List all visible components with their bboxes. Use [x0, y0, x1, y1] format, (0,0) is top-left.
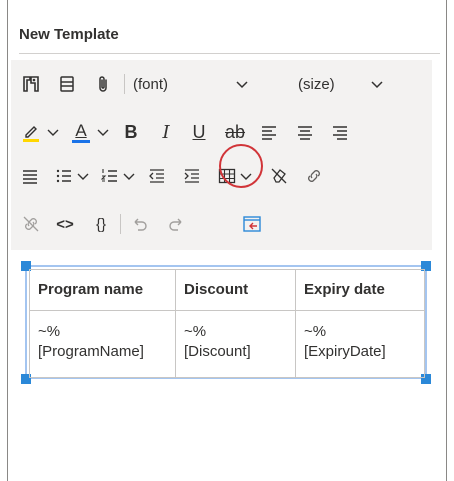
link-icon[interactable] — [300, 162, 328, 190]
toolbar-row-1: (font) (size) — [11, 64, 432, 104]
bold-button[interactable]: B — [119, 118, 143, 146]
clear-format-icon[interactable] — [265, 162, 293, 190]
underline-button[interactable]: U — [187, 118, 211, 146]
align-center-icon[interactable] — [292, 118, 318, 146]
placeholder-token: [ProgramName] — [38, 343, 144, 360]
font-color-dropdown[interactable] — [95, 118, 111, 146]
highlight-icon[interactable] — [17, 118, 45, 146]
font-select-label: (font) — [133, 75, 169, 93]
highlight-dropdown[interactable] — [45, 118, 61, 146]
insert-template-icon[interactable] — [17, 70, 45, 98]
font-color-letter: A — [75, 120, 87, 140]
format-list-icon[interactable] — [53, 70, 81, 98]
toolbar-row-2: A B I U ab — [11, 112, 432, 152]
justify-icon[interactable] — [17, 162, 43, 190]
chevron-down-icon — [77, 173, 89, 180]
unlink-icon[interactable] — [17, 210, 45, 238]
redo-icon[interactable] — [162, 210, 190, 238]
chevron-down-icon — [371, 81, 383, 89]
placeholder-token: [ExpiryDate] — [304, 343, 386, 360]
table-header-cell[interactable]: Expiry date — [295, 269, 425, 311]
font-color-icon[interactable]: A — [69, 118, 93, 146]
increase-indent-icon[interactable] — [179, 162, 205, 190]
chevron-down-icon — [47, 129, 59, 136]
undo-icon[interactable] — [126, 210, 154, 238]
bullet-list-dropdown[interactable] — [75, 162, 91, 190]
placeholder-marker: ~% — [38, 323, 61, 340]
attachment-icon[interactable] — [89, 70, 117, 98]
highlight-ring — [219, 144, 263, 188]
placeholder-marker: ~% — [184, 323, 207, 340]
placeholder-token: [Discount] — [184, 343, 251, 360]
table-header-cell[interactable]: Discount — [175, 269, 296, 311]
strikethrough-button[interactable]: ab — [221, 118, 249, 146]
panel-title: New Template — [19, 26, 119, 43]
placeholder-marker: ~% — [304, 323, 327, 340]
toolbar-separator — [120, 214, 121, 234]
numbered-list-icon[interactable] — [97, 162, 123, 190]
chevron-down-icon — [123, 173, 135, 180]
table-row: ~% [ProgramName] ~% [Discount] ~% [Expir… — [29, 310, 425, 378]
italic-button[interactable]: I — [154, 118, 178, 146]
toolbar-separator — [124, 74, 125, 94]
font-size-select[interactable]: (size) — [298, 70, 388, 98]
font-color-swatch — [72, 139, 90, 143]
table-header-row: Program name Discount Expiry date — [29, 269, 425, 311]
numbered-list-dropdown[interactable] — [121, 162, 137, 190]
bullet-list-icon[interactable] — [51, 162, 77, 190]
align-left-icon[interactable] — [256, 118, 282, 146]
template-table[interactable]: Program name Discount Expiry date ~% [Pr… — [29, 269, 425, 378]
table-cell[interactable]: ~% [ExpiryDate] — [295, 310, 425, 378]
braces-icon[interactable]: {} — [87, 210, 115, 238]
table-cell[interactable]: ~% [Discount] — [175, 310, 296, 378]
table-cell[interactable]: ~% [ProgramName] — [29, 310, 176, 378]
toolbar-row-4: <> {} — [11, 204, 432, 244]
insert-dynamic-content-icon[interactable] — [238, 210, 266, 238]
decrease-indent-icon[interactable] — [144, 162, 170, 190]
code-icon[interactable]: <> — [51, 210, 79, 238]
align-right-icon[interactable] — [327, 118, 353, 146]
table-header-cell[interactable]: Program name — [29, 269, 176, 311]
title-divider — [19, 53, 440, 54]
chevron-down-icon — [97, 129, 109, 136]
font-family-select[interactable]: (font) — [133, 70, 249, 98]
chevron-down-icon — [236, 81, 248, 89]
size-select-label: (size) — [298, 75, 335, 93]
